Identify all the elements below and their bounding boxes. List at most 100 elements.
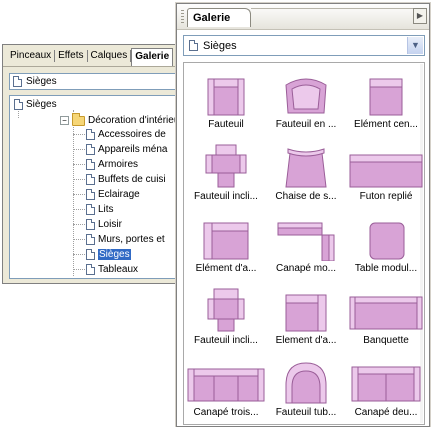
recliner2-thumbnail-icon <box>207 288 245 332</box>
document-icon <box>14 99 23 110</box>
gallery-items-grid: Fauteuil Fauteuil en ... Elément cen... Fau… <box>183 62 425 425</box>
gallery-item[interactable]: Canapé trois... <box>186 355 266 425</box>
document-icon <box>86 219 95 230</box>
sofa3-thumbnail-icon <box>187 368 265 402</box>
gallery-item-label: Banquette <box>363 335 409 346</box>
document-icon <box>86 204 95 215</box>
gallery-item-label: Chaise de s... <box>275 191 337 202</box>
gallery-item[interactable]: Futon replié <box>346 139 426 209</box>
tree-item-sieges[interactable]: Sièges <box>86 248 131 261</box>
document-icon <box>86 249 95 260</box>
tree-item-armoires[interactable]: Armoires <box>86 158 138 171</box>
gallery-item-label: Fauteuil incli... <box>194 335 258 346</box>
tree-item-label: Décoration d'intérieur <box>88 115 183 126</box>
tree-item-label: Tableaux <box>98 264 139 275</box>
tree-item-label: Sièges <box>26 99 57 110</box>
document-icon <box>86 129 95 140</box>
gallery-category-dropdown[interactable]: Sièges ▼ <box>183 35 425 56</box>
collapse-toggle-icon[interactable]: − <box>60 116 69 125</box>
category-dropdown-value: Sièges <box>26 76 57 87</box>
gallery-item[interactable]: Canapé mo... <box>266 211 346 281</box>
gallery-item-label: Fauteuil <box>208 119 244 130</box>
tree-item-eclairage[interactable]: Eclairage <box>86 188 140 201</box>
document-icon <box>86 144 95 155</box>
tree-item-murs[interactable]: Murs, portes et <box>86 233 165 246</box>
gallery-item[interactable]: Fauteuil <box>186 67 266 137</box>
drag-grip-icon[interactable] <box>181 10 184 24</box>
gallery-item-label: Canapé mo... <box>275 263 337 274</box>
tree-item-loisir[interactable]: Loisir <box>86 218 122 231</box>
tree-line <box>73 224 85 225</box>
gallery-item[interactable]: Banquette <box>346 283 426 353</box>
chevron-down-icon[interactable]: ▼ <box>407 37 423 54</box>
document-icon <box>86 234 95 245</box>
category-dropdown[interactable]: Sièges <box>9 73 185 90</box>
panel-tab-bar: Pinceaux Effets Calques Galerie <box>3 45 189 67</box>
sofa2-thumbnail-icon <box>351 366 421 402</box>
tree-line <box>73 149 85 150</box>
tab-calques[interactable]: Calques <box>88 48 131 64</box>
tub-thumbnail-icon <box>285 362 327 404</box>
corner-thumbnail-icon <box>203 222 249 260</box>
tree-item-label: Armoires <box>98 159 139 170</box>
tree-item-decoration[interactable]: Décoration d'intérieur <box>72 112 183 127</box>
document-icon <box>86 264 95 275</box>
tree-item-buffets[interactable]: Buffets de cuisi <box>86 173 166 186</box>
gallery-item[interactable]: Fauteuil incli... <box>186 139 266 209</box>
tree-item-label: Appareils ména <box>98 144 168 155</box>
tree-item-label: Murs, portes et <box>98 234 165 245</box>
gallery-item-label: Table modul... <box>354 263 418 274</box>
gallery-panel: Galerie ▶ Sièges ▼ Fauteuil Fauteuil en .… <box>176 3 430 427</box>
gallery-item-label: Canapé trois... <box>193 407 259 418</box>
tab-galerie[interactable]: Galerie <box>131 48 174 66</box>
tree-item-sieges-root[interactable]: Sièges <box>14 98 57 111</box>
tree-line <box>73 194 85 195</box>
tree-item-accessoires[interactable]: Accessoires de <box>86 128 166 141</box>
tree-item-appareils[interactable]: Appareils ména <box>86 143 167 156</box>
center-piece-thumbnail-icon <box>369 78 403 116</box>
tab-pinceaux[interactable]: Pinceaux <box>7 48 54 64</box>
document-icon <box>13 76 22 87</box>
tree-item-label: Loisir <box>98 219 122 230</box>
tree-line <box>73 164 85 165</box>
gallery-item-label: Futon replié <box>359 191 413 202</box>
tree-item-label: Buffets de cuisi <box>98 174 166 185</box>
gallery-dropdown-value: Sièges <box>203 39 237 52</box>
tab-strip <box>251 8 413 27</box>
gallery-item[interactable]: Chaise de s... <box>266 139 346 209</box>
gallery-item-label: Fauteuil incli... <box>194 191 258 202</box>
gallery-item-label: Canapé deu... <box>354 407 418 418</box>
tree-line <box>73 209 85 210</box>
gallery-item[interactable]: Canapé deu... <box>346 355 426 425</box>
gallery-item-label: Elément d'a... <box>195 263 257 274</box>
tab-effets[interactable]: Effets <box>55 48 86 64</box>
gallery-item[interactable]: Fauteuil incli... <box>186 283 266 353</box>
tree-item-label: Lits <box>98 204 114 215</box>
l-sofa-thumbnail-icon <box>277 222 335 261</box>
gallery-tab[interactable]: Galerie <box>187 8 251 27</box>
document-icon <box>86 159 95 170</box>
gallery-item[interactable]: Table modul... <box>346 211 426 281</box>
category-tree[interactable]: Sièges − Décoration d'intérieur Accessoi… <box>9 95 185 279</box>
gallery-item[interactable]: Fauteuil tub... <box>266 355 346 425</box>
gallery-item[interactable]: Elément cen... <box>346 67 426 137</box>
gallery-item[interactable]: Element d'a... <box>266 283 346 353</box>
tree-line <box>73 179 85 180</box>
tree-item-tableaux[interactable]: Tableaux <box>86 263 138 276</box>
layers-panel: Pinceaux Effets Calques Galerie Sièges S… <box>2 44 190 284</box>
gallery-item[interactable]: Fauteuil en ... <box>266 67 346 137</box>
folder-open-icon <box>72 112 85 126</box>
gallery-header: Galerie ▶ <box>177 4 429 30</box>
gallery-item-label: Fauteuil en ... <box>275 119 337 130</box>
tree-line <box>73 134 85 135</box>
desk-chair-thumbnail-icon <box>285 148 327 188</box>
bench-thumbnail-icon <box>349 296 423 330</box>
corner2-thumbnail-icon <box>285 294 327 332</box>
tree-item-label: Accessoires de <box>98 129 166 140</box>
gallery-item[interactable]: Elément d'a... <box>186 211 266 281</box>
tree-line <box>73 254 85 255</box>
tree-item-lits[interactable]: Lits <box>86 203 114 216</box>
gallery-item-label: Element d'a... <box>275 335 337 346</box>
panel-menu-arrow-icon[interactable]: ▶ <box>413 8 427 24</box>
tree-line <box>73 269 85 270</box>
